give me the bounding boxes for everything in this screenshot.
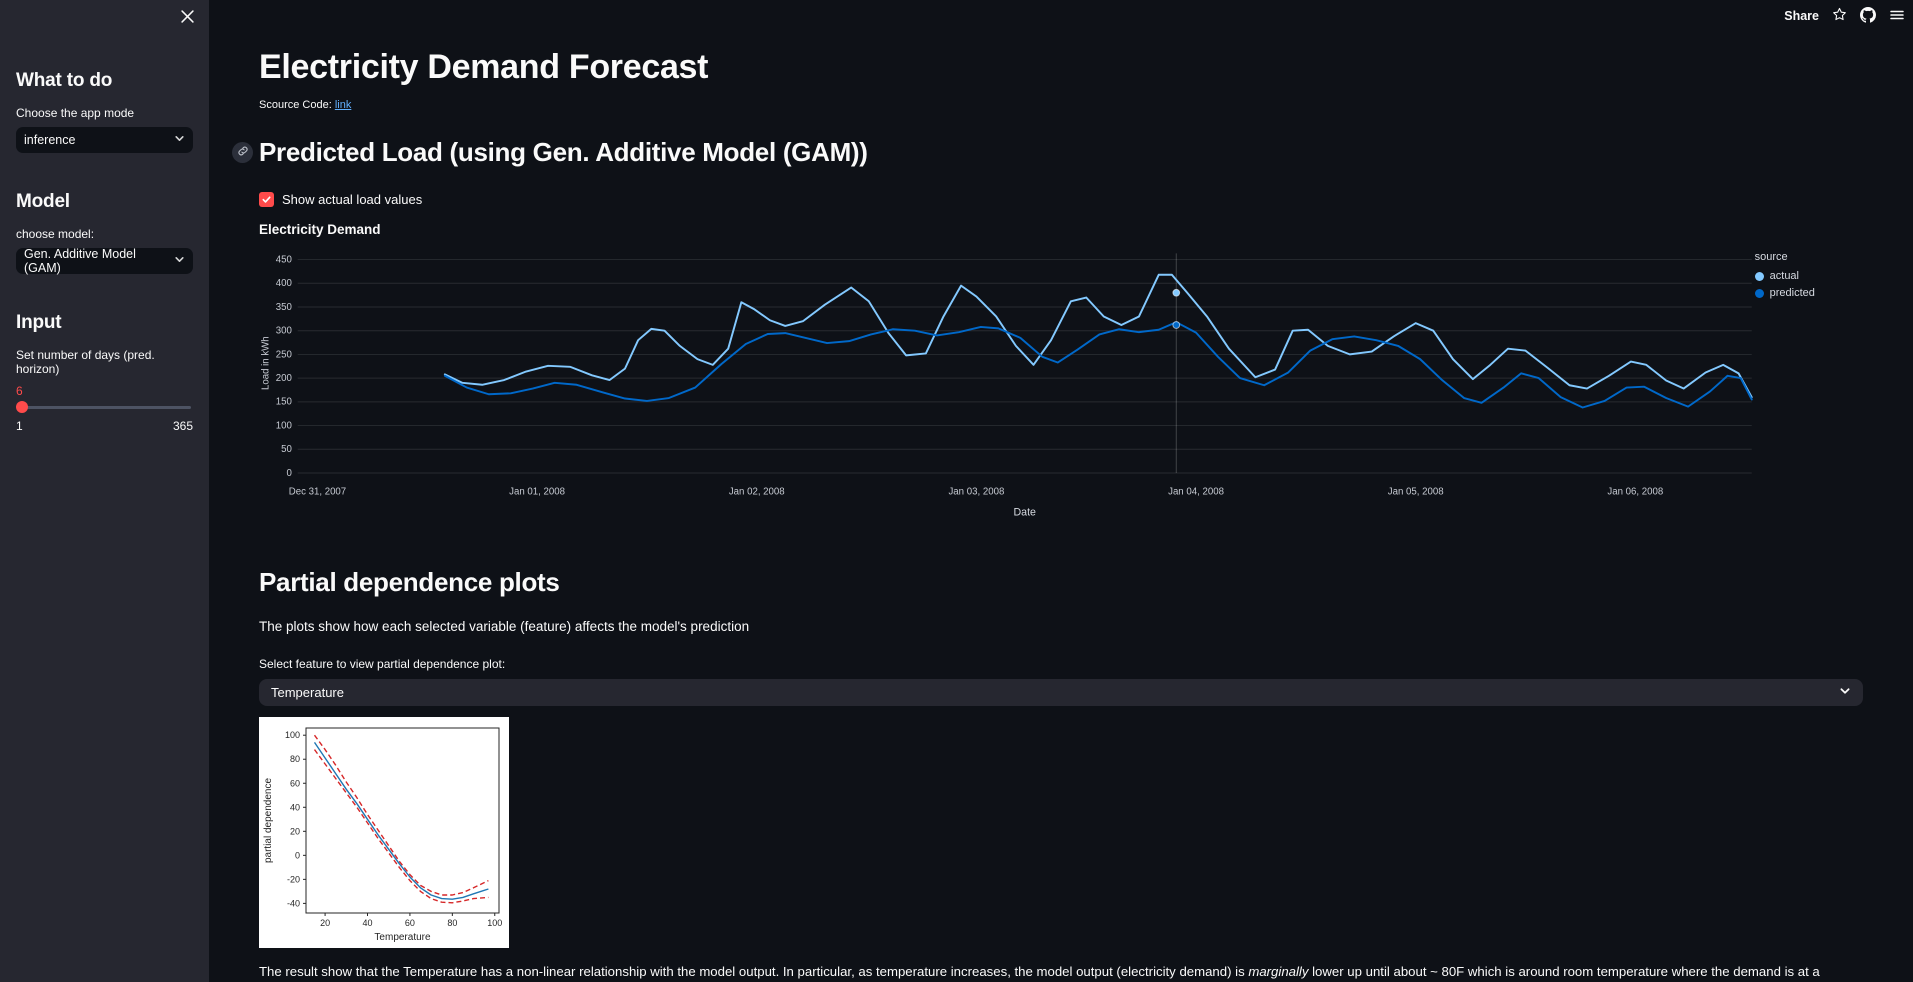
svg-text:350: 350 — [276, 302, 292, 313]
slider-thumb[interactable] — [16, 401, 28, 413]
pdp-figure: -40 -20 0 20 40 60 80 100 20 40 60 80 100 Temperature… — [259, 717, 509, 948]
hamburger-menu-icon — [1889, 7, 1905, 26]
svg-text:Date: Date — [1013, 507, 1036, 519]
days-slider[interactable] — [16, 400, 193, 414]
feature-select[interactable]: Temperature — [259, 679, 1863, 706]
chevron-down-icon — [174, 133, 185, 147]
svg-text:40: 40 — [362, 918, 372, 928]
svg-text:Jan 04, 2008: Jan 04, 2008 — [1168, 486, 1224, 497]
pdp-line-chart: -40 -20 0 20 40 60 80 100 20 40 60 80 100 Temperature… — [259, 717, 509, 948]
star-icon — [1832, 7, 1847, 25]
sidebar-section-model: Model — [16, 191, 70, 212]
svg-text:Jan 06, 2008: Jan 06, 2008 — [1607, 486, 1663, 497]
model-selected-value: Gen. Additive Model (GAM) — [24, 247, 136, 275]
svg-text:80: 80 — [290, 754, 300, 764]
sidebar-section-what-to-do: What to do — [16, 70, 113, 91]
days-slider-label: Set number of days (pred. horizon) — [16, 348, 155, 376]
legend-title: source — [1754, 251, 1788, 263]
svg-text:20: 20 — [320, 918, 330, 928]
analysis-text-before: The result show that the Temperature has… — [259, 964, 1249, 979]
svg-text:100: 100 — [285, 730, 300, 740]
sidebar-close-button[interactable] — [173, 4, 201, 32]
svg-text:0: 0 — [295, 850, 300, 860]
pdp-analysis-text: The result show that the Temperature has… — [259, 961, 1863, 982]
chevron-down-icon — [174, 254, 185, 268]
app-mode-select[interactable]: inference — [16, 127, 193, 153]
feature-selected-value: Temperature — [271, 685, 344, 700]
svg-text:partial dependence: partial dependence — [263, 778, 274, 864]
svg-text:40: 40 — [290, 802, 300, 812]
svg-text:100: 100 — [276, 420, 292, 431]
pdp-description: The plots show how each selected variabl… — [259, 619, 750, 634]
svg-text:Load in kWh: Load in kWh — [261, 336, 272, 390]
close-icon — [180, 10, 194, 26]
svg-text:400: 400 — [276, 278, 292, 289]
svg-text:300: 300 — [276, 326, 292, 337]
app-root: What to do Choose the app mode inference… — [0, 0, 1913, 982]
main-menu-button[interactable] — [1889, 7, 1905, 26]
demand-chart-legend: source actual predicted — [1754, 243, 1863, 525]
days-slider-value: 6 — [16, 384, 23, 398]
demand-line-chart[interactable]: 0 50 100 150 200 250 300 350 400 450 Dec 31, 2007 J… — [259, 243, 1755, 525]
chevron-down-icon — [1839, 685, 1851, 700]
svg-text:200: 200 — [276, 373, 292, 384]
svg-text:Jan 05, 2008: Jan 05, 2008 — [1388, 486, 1444, 497]
slider-track[interactable] — [18, 406, 191, 409]
legend-item-actual[interactable]: actual — [1754, 270, 1863, 282]
svg-text:Jan 03, 2008: Jan 03, 2008 — [948, 486, 1004, 497]
svg-text:100: 100 — [487, 918, 502, 928]
predicted-load-heading: Predicted Load (using Gen. Additive Mode… — [259, 137, 868, 167]
demand-chart-title: Electricity Demand — [259, 222, 381, 237]
show-actual-checkbox-label: Show actual load values — [282, 192, 423, 207]
header-toolbar: Share — [1784, 4, 1905, 28]
svg-text:150: 150 — [276, 397, 292, 408]
legend-label-predicted: predicted — [1769, 287, 1815, 299]
svg-text:250: 250 — [276, 349, 292, 360]
model-select[interactable]: Gen. Additive Model (GAM) — [16, 247, 193, 275]
github-button[interactable] — [1860, 6, 1876, 26]
slider-min-label: 1 — [16, 419, 23, 433]
analysis-text-italic: marginally — [1248, 964, 1309, 979]
github-icon — [1860, 6, 1876, 26]
slider-max-label: 365 — [172, 419, 193, 433]
pdp-select-label: Select feature to view partial dependenc… — [259, 657, 506, 671]
heading-anchor-link[interactable] — [232, 142, 253, 163]
svg-text:20: 20 — [290, 826, 300, 836]
svg-text:-20: -20 — [287, 874, 300, 884]
legend-dot-actual — [1754, 271, 1764, 281]
svg-text:450: 450 — [276, 254, 292, 265]
svg-text:-40: -40 — [287, 898, 300, 908]
legend-item-predicted[interactable]: predicted — [1754, 287, 1863, 299]
svg-text:Temperature: Temperature — [374, 932, 431, 943]
svg-text:Jan 01, 2008: Jan 01, 2008 — [509, 486, 565, 497]
demand-chart-block: 0 50 100 150 200 250 300 350 400 450 Dec 31, 2007 J… — [259, 243, 1863, 525]
svg-text:60: 60 — [405, 918, 415, 928]
sidebar-section-input: Input — [16, 312, 62, 333]
app-mode-label: Choose the app mode — [16, 106, 135, 120]
legend-label-actual: actual — [1769, 270, 1799, 282]
sidebar: What to do Choose the app mode inference… — [0, 0, 209, 982]
legend-dot-predicted — [1754, 288, 1764, 298]
svg-text:Dec 31, 2007: Dec 31, 2007 — [289, 486, 346, 497]
checkbox-checked-icon — [259, 192, 274, 207]
source-code-line: Scource Code: link — [259, 99, 1863, 111]
star-button[interactable] — [1832, 7, 1847, 25]
svg-text:50: 50 — [281, 444, 292, 455]
main-content: Share Electricity Demand Forecast Scourc… — [209, 0, 1913, 982]
pdp-heading: Partial dependence plots — [259, 567, 560, 597]
share-button[interactable]: Share — [1784, 9, 1819, 23]
source-code-link[interactable]: link — [335, 99, 352, 111]
svg-text:Jan 02, 2008: Jan 02, 2008 — [729, 486, 785, 497]
svg-text:80: 80 — [447, 918, 457, 928]
show-actual-checkbox[interactable]: Show actual load values — [259, 192, 1863, 207]
svg-text:60: 60 — [290, 778, 300, 788]
link-icon — [237, 144, 249, 162]
page-title: Electricity Demand Forecast — [259, 48, 709, 86]
svg-text:0: 0 — [287, 468, 292, 479]
app-mode-selected-value: inference — [24, 133, 76, 147]
source-code-prefix: Scource Code: — [259, 99, 335, 111]
choose-model-label: choose model: — [16, 227, 95, 241]
